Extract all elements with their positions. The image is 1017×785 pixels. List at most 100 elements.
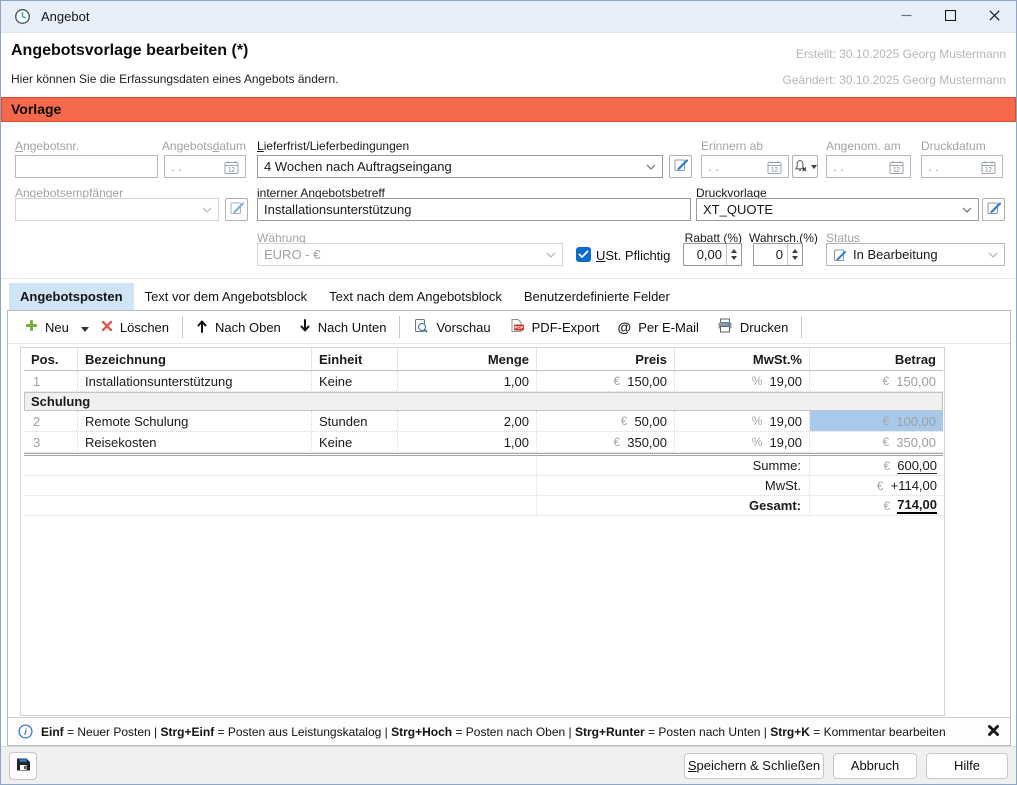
- cell-preis[interactable]: €350,00: [537, 432, 675, 452]
- cell-betrag[interactable]: €350,00: [810, 432, 943, 452]
- neu-dropdown-button[interactable]: [78, 316, 92, 339]
- group-header-row[interactable]: Schulung: [24, 392, 943, 411]
- neu-button[interactable]: Neu: [16, 315, 78, 339]
- printer-icon: [717, 318, 733, 336]
- edit-icon: [673, 157, 689, 176]
- edit-icon: [229, 200, 245, 219]
- calendar-icon[interactable]: 12: [767, 160, 782, 174]
- clock-icon: [14, 8, 31, 25]
- cell-mwst[interactable]: %19,00: [675, 432, 810, 452]
- angebotsdatum-input[interactable]: . . 12: [164, 155, 246, 178]
- hint-close-button[interactable]: [987, 724, 1000, 740]
- spinner-arrows[interactable]: [726, 244, 741, 265]
- lieferfrist-edit-button[interactable]: [669, 155, 692, 178]
- maximize-button[interactable]: [928, 1, 972, 32]
- calendar-icon[interactable]: 12: [889, 160, 904, 174]
- angebotsnr-label: Angebotsnr.: [15, 139, 79, 153]
- col-header-pos[interactable]: Pos.: [24, 348, 78, 370]
- arrow-down-icon: [299, 319, 311, 336]
- arrow-up-icon: [196, 319, 208, 336]
- gesamt-label: Gesamt:: [537, 496, 810, 515]
- check-icon: [578, 247, 589, 262]
- cell-pos[interactable]: 3: [24, 432, 78, 452]
- empfaenger-edit-button[interactable]: [225, 198, 248, 221]
- erinnern-ab-input[interactable]: . . 12: [701, 155, 789, 178]
- hint-text: Einf = Neuer Posten | Strg+Einf = Posten…: [41, 725, 946, 739]
- cell-einheit[interactable]: Keine: [312, 371, 398, 391]
- cell-betrag[interactable]: €150,00: [810, 371, 943, 391]
- abbruch-button[interactable]: Abbruch: [833, 753, 917, 779]
- gesamt-value: €714,00: [810, 496, 943, 515]
- spinner-arrows[interactable]: [787, 244, 802, 265]
- hilfe-button[interactable]: Hilfe: [926, 753, 1008, 779]
- modified-info: Geändert: 30.10.2025 Georg Mustermann: [783, 73, 1006, 87]
- col-header-betrag[interactable]: Betrag: [810, 348, 943, 370]
- arrow-up-icon: [731, 249, 737, 253]
- calendar-icon[interactable]: 12: [981, 160, 996, 174]
- cell-pos[interactable]: 1: [24, 371, 78, 391]
- ust-pflichtig-checkbox[interactable]: [576, 247, 591, 262]
- angebotsempfaenger-combo[interactable]: [15, 198, 219, 221]
- tab-benutzerdefinierte-felder[interactable]: Benutzerdefinierte Felder: [513, 283, 681, 310]
- minimize-button[interactable]: [884, 1, 928, 32]
- druckvorlage-edit-button[interactable]: [982, 198, 1005, 221]
- cell-einheit[interactable]: Keine: [312, 432, 398, 452]
- rabatt-spinner[interactable]: 0,00: [683, 243, 742, 266]
- cell-bezeichnung[interactable]: Reisekosten: [78, 432, 312, 452]
- interner-betreff-input[interactable]: Installationsunterstützung: [257, 198, 691, 221]
- druckdatum-input[interactable]: . . 12: [921, 155, 1003, 178]
- drucken-button[interactable]: Drucken: [708, 314, 797, 340]
- cell-preis[interactable]: €150,00: [537, 371, 675, 391]
- save-button[interactable]: [9, 752, 37, 780]
- pencil-icon: [833, 248, 847, 262]
- arrow-up-icon: [792, 249, 798, 253]
- nach-unten-button[interactable]: Nach Unten: [290, 315, 396, 340]
- cell-betrag-selected[interactable]: €100,00: [810, 411, 943, 431]
- cell-mwst[interactable]: %19,00: [675, 371, 810, 391]
- col-header-mwst[interactable]: MwSt.%: [675, 348, 810, 370]
- calendar-icon[interactable]: 12: [224, 160, 239, 174]
- angebotsnr-input[interactable]: [15, 155, 158, 178]
- status-combo[interactable]: In Bearbeitung: [826, 243, 1005, 266]
- cell-preis[interactable]: €50,00: [537, 411, 675, 431]
- druckdatum-label: Druckdatum: [921, 139, 986, 153]
- reminder-bell-button[interactable]: [792, 155, 818, 178]
- pdf-export-button[interactable]: PDF PDF-Export: [500, 314, 609, 340]
- per-email-button[interactable]: @ Per E-Mail: [609, 315, 708, 339]
- cell-bezeichnung[interactable]: Remote Schulung: [78, 411, 312, 431]
- cell-menge[interactable]: 2,00: [398, 411, 537, 431]
- nach-oben-button[interactable]: Nach Oben: [187, 315, 290, 340]
- loeschen-button[interactable]: Löschen: [92, 316, 178, 339]
- page-title: Angebotsvorlage bearbeiten (*): [11, 42, 248, 60]
- cell-mwst[interactable]: %19,00: [675, 411, 810, 431]
- cell-menge[interactable]: 1,00: [398, 371, 537, 391]
- col-header-menge[interactable]: Menge: [398, 348, 537, 370]
- col-header-bezeichnung[interactable]: Bezeichnung: [78, 348, 312, 370]
- titlebar: Angebot: [1, 1, 1016, 33]
- table-row: 1 Installationsunterstützung Keine 1,00 …: [24, 371, 943, 392]
- cell-bezeichnung[interactable]: Installationsunterstützung: [78, 371, 312, 391]
- tab-text-nach[interactable]: Text nach dem Angebotsblock: [318, 283, 513, 310]
- cell-pos[interactable]: 2: [24, 411, 78, 431]
- tab-text-vor[interactable]: Text vor dem Angebotsblock: [134, 283, 319, 310]
- wahrsch-spinner[interactable]: 0: [753, 243, 803, 266]
- totals-section: Summe: €600,00 MwSt. €+114,00 Gesamt: €7…: [24, 453, 943, 516]
- vorschau-button[interactable]: Vorschau: [404, 314, 499, 341]
- tab-angebotsposten[interactable]: Angebotsposten: [9, 283, 134, 310]
- chevron-down-icon: [81, 320, 89, 335]
- chevron-down-icon: [646, 164, 656, 170]
- window-title: Angebot: [41, 9, 89, 24]
- cell-einheit[interactable]: Stunden: [312, 411, 398, 431]
- table-row: 2 Remote Schulung Stunden 2,00 €50,00 %1…: [24, 411, 943, 432]
- col-header-einheit[interactable]: Einheit: [312, 348, 398, 370]
- waehrung-combo[interactable]: EURO - €: [257, 243, 563, 266]
- svg-text:PDF: PDF: [514, 325, 523, 330]
- close-button[interactable]: [972, 1, 1016, 32]
- druckvorlage-combo[interactable]: XT_QUOTE: [696, 198, 979, 221]
- page-header: Angebotsvorlage bearbeiten (*) Hier könn…: [1, 34, 1016, 97]
- speichern-schliessen-button[interactable]: Speichern & Schließen: [684, 753, 824, 779]
- angenom-am-input[interactable]: . . 12: [826, 155, 911, 178]
- lieferfrist-combo[interactable]: 4 Wochen nach Auftragseingang: [257, 155, 663, 178]
- col-header-preis[interactable]: Preis: [537, 348, 675, 370]
- cell-menge[interactable]: 1,00: [398, 432, 537, 452]
